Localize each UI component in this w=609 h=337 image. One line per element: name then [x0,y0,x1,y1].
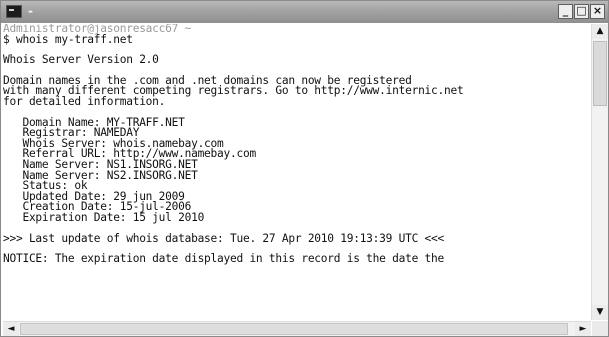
console-line: for detailed information. [3,94,166,108]
console-line: Whois Server Version 2.0 [3,53,159,67]
scroll-up-icon[interactable]: ▲ [592,24,608,39]
terminal-window: - _ □ × Administrator@jasonresacc67 ~ $ … [0,0,609,337]
scroll-right-icon[interactable]: ► [575,322,591,336]
vertical-scroll-thumb[interactable] [593,41,607,106]
scroll-left-icon[interactable]: ◄ [3,322,19,336]
title-bar[interactable]: - _ □ × [1,1,608,23]
console-line: NOTICE: The expiration date displayed in… [3,252,445,266]
terminal-output[interactable]: Administrator@jasonresacc67 ~ $ whois my… [3,24,589,320]
horizontal-scroll-thumb[interactable] [20,323,568,335]
console-line: $ whois my-traff.net [3,32,133,46]
resize-grip[interactable] [592,321,608,336]
minimize-button[interactable]: _ [558,4,573,19]
console-line: >>> Last update of whois database: Tue. … [3,231,445,245]
console-icon[interactable] [6,5,22,18]
horizontal-scrollbar[interactable]: ◄ ► [3,321,591,336]
scroll-down-icon[interactable]: ▼ [592,305,608,320]
console-line: Expiration Date: 15 jul 2010 [3,210,205,224]
console-line: Name Server: NS2.INSORG.NET [3,168,198,182]
maximize-button[interactable]: □ [574,4,589,19]
vertical-scrollbar[interactable]: ▲ ▼ [591,24,608,320]
close-button[interactable]: × [590,4,605,19]
window-title: - [28,4,33,18]
